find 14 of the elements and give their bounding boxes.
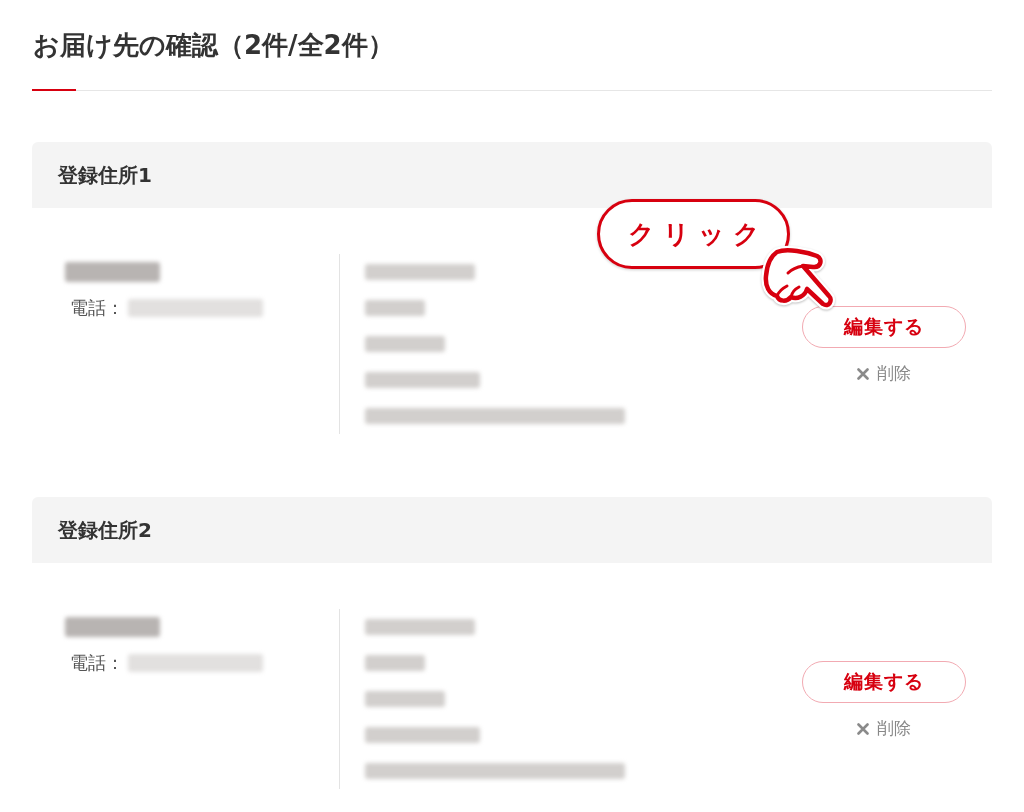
delete-button[interactable]: 削除 bbox=[857, 362, 911, 385]
redacted-text bbox=[365, 300, 425, 316]
address-heading: 登録住所2 bbox=[58, 516, 152, 544]
edit-button[interactable]: 編集する bbox=[802, 306, 966, 348]
address-heading: 登録住所1 bbox=[58, 161, 152, 189]
phone-label: 電話： bbox=[70, 296, 124, 320]
cross-icon bbox=[857, 722, 869, 735]
cross-icon bbox=[857, 367, 869, 380]
delete-button[interactable]: 削除 bbox=[857, 717, 911, 740]
page-title: お届け先の確認（2件/全2件） bbox=[32, 29, 395, 62]
phone-label: 電話： bbox=[70, 651, 124, 675]
click-callout: クリック bbox=[597, 199, 790, 269]
edit-button[interactable]: 編集する bbox=[802, 661, 966, 703]
redacted-text bbox=[365, 655, 425, 671]
